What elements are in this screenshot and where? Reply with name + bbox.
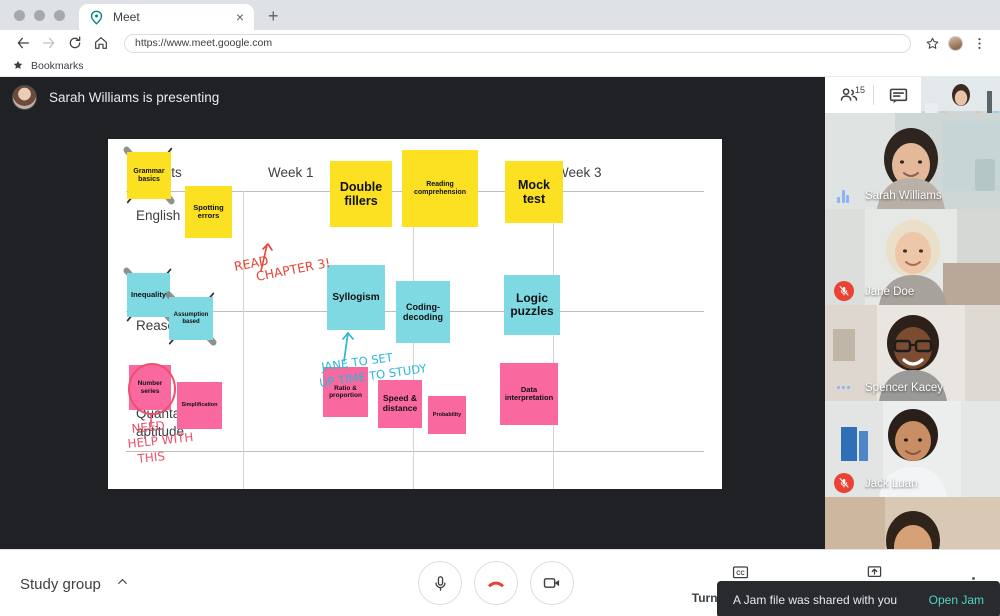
bookmark-star-icon: [12, 59, 24, 74]
kebab-menu-icon[interactable]: [968, 32, 990, 54]
sticky-note-label: Number series: [137, 380, 163, 395]
mic-muted-icon: [834, 281, 854, 301]
chevron-up-icon[interactable]: [115, 574, 130, 594]
sticky-note[interactable]: Assumption based: [169, 297, 213, 340]
close-icon[interactable]: ×: [236, 10, 244, 24]
sticky-note-label: Speed & distance: [382, 393, 418, 413]
kebab-dot: [971, 576, 975, 580]
meet-stage: Sarah Williams is presenting Subjects We…: [0, 77, 1000, 616]
bookmarks-label[interactable]: Bookmarks: [31, 60, 84, 72]
col-rule-1: [243, 191, 244, 489]
sticky-note-label: Logic puzzles: [510, 290, 554, 318]
sticky-note-label: Probability: [432, 411, 462, 418]
presenting-banner: Sarah Williams is presenting: [0, 77, 825, 118]
sticky-note[interactable]: Reading comprehension: [402, 150, 478, 227]
sticky-note[interactable]: Inequality: [127, 273, 170, 317]
browser-tab-title: Meet: [113, 10, 140, 24]
star-icon[interactable]: [921, 32, 943, 54]
speaking-indicator-icon: [834, 187, 852, 203]
address-bar-url: https://www.meet.google.com: [135, 37, 273, 49]
sticky-note-label: Data interpretation: [504, 384, 554, 402]
sticky-note[interactable]: Probability: [428, 396, 466, 434]
presenter-avatar: [12, 85, 37, 110]
chat-button[interactable]: [874, 77, 922, 113]
sticky-note-label: Mock test: [518, 178, 550, 206]
meeting-name-group[interactable]: Study group: [20, 574, 130, 594]
profile-avatar[interactable]: [948, 35, 963, 51]
row-rule-2: [126, 451, 704, 452]
participant-name: Jane Doe: [865, 286, 915, 298]
sticky-note-label: Spotting errors: [193, 202, 224, 220]
window-maximize-dot[interactable]: [54, 10, 65, 21]
open-jam-link[interactable]: Open Jam: [929, 593, 984, 607]
participant-tile-spencer[interactable]: Spencer Kacey: [825, 305, 1000, 401]
sticky-note[interactable]: Speed & distance: [378, 380, 422, 428]
browser-tab-bar: Meet × +: [0, 0, 1000, 30]
address-bar[interactable]: https://www.meet.google.com: [124, 33, 911, 53]
svg-text:READ: READ: [233, 253, 270, 274]
row-header-english: English: [136, 208, 181, 223]
participant-tile-jack[interactable]: Jack Luan: [825, 401, 1000, 497]
column-header-week1: Week 1: [268, 165, 314, 180]
mic-muted-icon: [834, 473, 854, 493]
home-icon[interactable]: [88, 30, 114, 56]
sticky-note-label: Inequality: [130, 289, 166, 299]
meeting-name-label: Study group: [20, 575, 101, 593]
participant-tile-partial[interactable]: [825, 497, 1000, 549]
window-minimize-dot[interactable]: [34, 10, 45, 21]
shared-jamboard[interactable]: Subjects Week 1 Week 2 Week 3 English Re…: [108, 139, 722, 489]
window-close-dot[interactable]: [14, 10, 25, 21]
screen: Meet × + https://www.meet.google.com Boo…: [0, 0, 1000, 616]
sticky-note-label: Syllogism: [332, 291, 380, 303]
participant-name: Sarah Williams: [865, 190, 942, 202]
reload-icon[interactable]: [62, 30, 88, 56]
forward-arrow-icon: [36, 30, 62, 56]
sticky-note[interactable]: Number series: [129, 365, 171, 410]
sticky-note[interactable]: Spotting errors: [185, 186, 232, 238]
browser-tab-meet[interactable]: Meet ×: [79, 4, 254, 30]
participant-tile-jane[interactable]: Jane Doe: [825, 209, 1000, 305]
sticky-note[interactable]: Coding-decoding: [396, 281, 450, 343]
svg-text:CHAPTER 3!: CHAPTER 3!: [255, 255, 332, 281]
sticky-note[interactable]: Mock test: [505, 161, 563, 223]
sticky-note[interactable]: Syllogism: [327, 265, 385, 330]
sticky-note-label: Simplification: [181, 402, 218, 409]
col-rule-3: [553, 191, 554, 489]
browser-toolbar: https://www.meet.google.com: [0, 30, 1000, 56]
sticky-note-label: Ratio & proportion: [329, 384, 362, 399]
camera-button[interactable]: [530, 561, 574, 605]
end-call-button[interactable]: [474, 561, 518, 605]
jam-share-toast: A Jam file was shared with you Open Jam: [717, 581, 1000, 616]
meet-favicon-icon: [89, 10, 104, 25]
sticky-note-label: Coding-decoding: [403, 301, 443, 322]
mic-button[interactable]: [418, 561, 462, 605]
toast-message: A Jam file was shared with you: [733, 592, 898, 607]
participant-tile-sarah[interactable]: Sarah Williams: [825, 113, 1000, 209]
back-arrow-icon[interactable]: [10, 30, 36, 56]
presenting-label: Sarah Williams is presenting: [49, 90, 220, 105]
sticky-note[interactable]: Ratio & proportion: [323, 367, 368, 417]
sticky-note[interactable]: Simplification: [177, 382, 222, 429]
sticky-note-label: Double fillers: [339, 180, 383, 208]
participants-button[interactable]: 15: [825, 77, 873, 113]
participant-count: 15: [854, 85, 865, 95]
sticky-note-label: Reading comprehension: [413, 180, 467, 196]
sticky-note-label: Assumption based: [173, 311, 209, 325]
sticky-note[interactable]: Double fillers: [330, 161, 392, 227]
sticky-note[interactable]: Grammar basics: [127, 152, 171, 199]
new-tab-button[interactable]: +: [268, 6, 279, 27]
sticky-note[interactable]: Data interpretation: [500, 363, 558, 425]
rail-topbar: 15: [825, 77, 1000, 133]
bookmarks-bar: Bookmarks: [0, 56, 1000, 77]
participant-name: Spencer Kacey: [865, 382, 943, 394]
participant-rail: 15 Sarah Williams Jane Doe Spencer Kacey…: [825, 77, 1000, 549]
svg-text:CC: CC: [736, 571, 745, 577]
sticky-note[interactable]: Logic puzzles: [504, 275, 560, 335]
sticky-note-label: Grammar basics: [133, 167, 165, 183]
mic-activity-icon: [834, 384, 852, 390]
participant-name: Jack Luan: [865, 478, 918, 490]
window-controls[interactable]: [0, 10, 79, 30]
call-controls: [418, 561, 574, 605]
